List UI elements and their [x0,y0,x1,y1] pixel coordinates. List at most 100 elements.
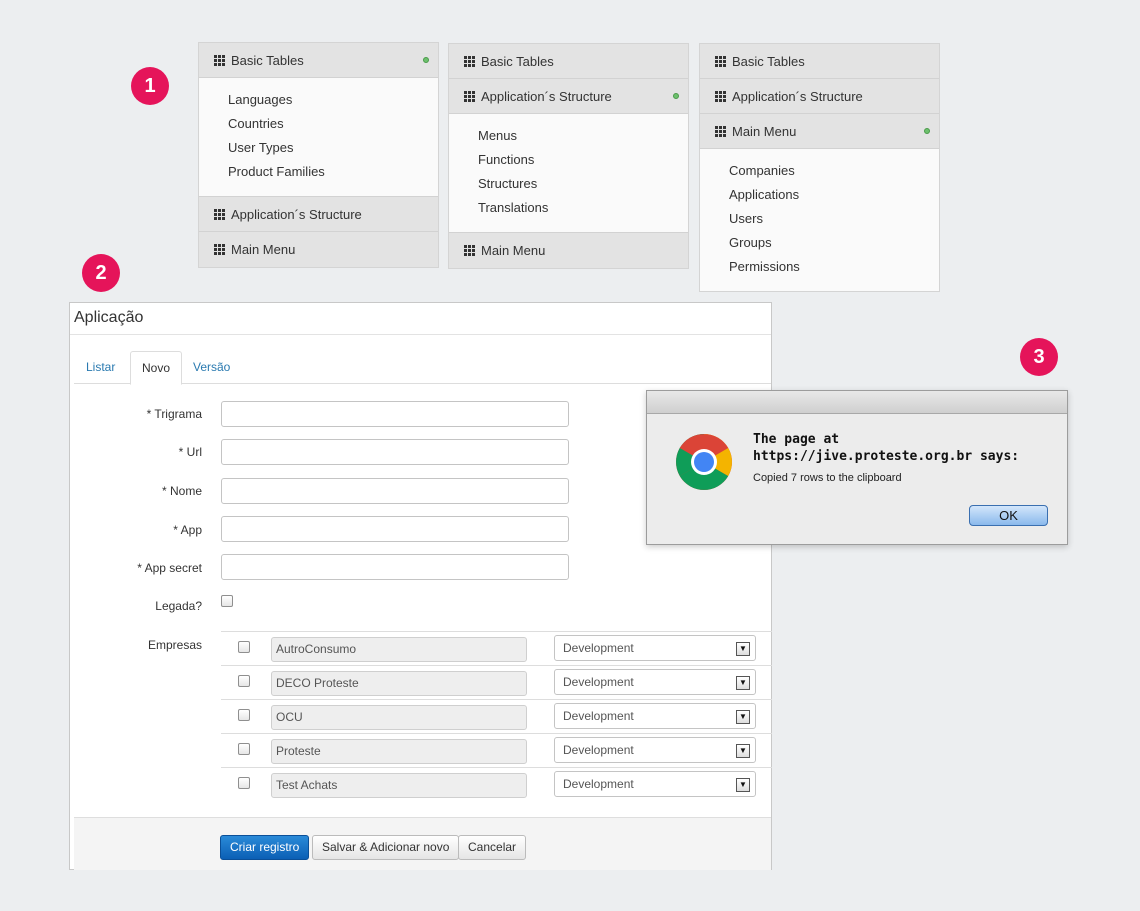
step-badge-1: 1 [131,67,169,105]
empresa-name-field: Test Achats [271,773,527,798]
menu-item-companies[interactable]: Companies [700,159,939,183]
tab-versao[interactable]: Versão [182,351,241,384]
table-row: Test Achats Development ▼ [221,768,772,802]
trigrama-label: * Trigrama [146,407,202,421]
accordion-header-label: Main Menu [732,123,797,139]
empresa-name-field: AutroConsumo [271,637,527,662]
dropdown-arrow-icon[interactable]: ▼ [736,676,750,690]
grid-icon [715,55,726,67]
accordion-header-label: Basic Tables [231,52,304,68]
menu-item-structures[interactable]: Structures [449,172,688,196]
accordion-header-label: Basic Tables [481,53,554,69]
menu-item-groups[interactable]: Groups [700,231,939,255]
dropdown-arrow-icon[interactable]: ▼ [736,744,750,758]
app-label: * App [173,523,202,537]
accordion-header-application-structure[interactable]: Application´s Structure [449,79,688,114]
empresa-name-field: DECO Proteste [271,671,527,696]
dropdown-arrow-icon[interactable]: ▼ [736,642,750,656]
dropdown-arrow-icon[interactable]: ▼ [736,710,750,724]
url-label: * Url [178,445,202,459]
accordion-body: Menus Functions Structures Translations [449,114,688,233]
select-value: Development [563,709,634,723]
active-dot-icon [924,128,930,134]
accordion-header-basic-tables[interactable]: Basic Tables [199,43,438,78]
accordion-header-main-menu[interactable]: Main Menu [700,114,939,149]
menu-item-product-families[interactable]: Product Families [199,160,438,184]
accordion-header-label: Application´s Structure [231,206,362,222]
table-row: AutroConsumo Development ▼ [221,632,772,666]
page-title: Aplicação [70,303,771,335]
dialog-titlebar[interactable] [647,391,1067,414]
table-row: DECO Proteste Development ▼ [221,666,772,700]
accordion-header-application-structure[interactable]: Application´s Structure [199,197,438,232]
active-dot-icon [423,57,429,63]
select-value: Development [563,743,634,757]
empresa-checkbox[interactable] [238,641,250,653]
environment-select[interactable]: Development ▼ [554,771,756,797]
select-value: Development [563,777,634,791]
menu-item-applications[interactable]: Applications [700,183,939,207]
environment-select[interactable]: Development ▼ [554,669,756,695]
menu-item-functions[interactable]: Functions [449,148,688,172]
select-value: Development [563,675,634,689]
app-secret-input[interactable] [221,554,569,580]
accordion-header-application-structure[interactable]: Application´s Structure [700,79,939,114]
tab-listar[interactable]: Listar [75,351,126,384]
accordion-header-label: Basic Tables [732,53,805,69]
empresas-table: AutroConsumo Development ▼ DECO Proteste … [221,631,772,802]
empresa-checkbox[interactable] [238,743,250,755]
ok-button[interactable]: OK [969,505,1048,526]
accordion-header-label: Application´s Structure [481,88,612,104]
menu-item-countries[interactable]: Countries [199,112,438,136]
accordion-header-main-menu[interactable]: Main Menu [449,233,688,268]
chrome-logo-icon [676,434,732,490]
accordion-header-basic-tables[interactable]: Basic Tables [700,44,939,79]
menu-item-user-types[interactable]: User Types [199,136,438,160]
menu-item-users[interactable]: Users [700,207,939,231]
empresa-name-field: Proteste [271,739,527,764]
legada-checkbox[interactable] [221,595,233,607]
select-value: Development [563,641,634,655]
empresa-checkbox[interactable] [238,709,250,721]
accordion-header-label: Main Menu [231,242,296,257]
grid-icon [214,54,225,66]
grid-icon [214,244,225,255]
accordion-body: Companies Applications Users Groups Perm… [700,149,939,291]
cancel-button[interactable]: Cancelar [458,835,527,860]
menu-item-menus[interactable]: Menus [449,124,688,148]
tab-novo[interactable]: Novo [130,351,183,385]
alert-dialog: The page at https://jive.proteste.org.br… [646,390,1068,545]
grid-icon [715,90,726,102]
nome-input[interactable] [221,478,569,504]
accordion-header-main-menu[interactable]: Main Menu [199,232,438,267]
url-input[interactable] [221,439,569,465]
save-and-add-button[interactable]: Salvar & Adicionar novo [312,835,460,860]
active-dot-icon [673,93,679,99]
accordion-menu-3: Basic Tables Application´s Structure Mai… [699,43,940,292]
accordion-header-basic-tables[interactable]: Basic Tables [449,44,688,79]
menu-item-permissions[interactable]: Permissions [700,255,939,279]
menu-item-languages[interactable]: Languages [199,88,438,112]
accordion-menu-2: Basic Tables Application´s Structure Men… [448,43,689,269]
empresa-checkbox[interactable] [238,675,250,687]
grid-icon [464,55,475,67]
grid-icon [464,245,475,256]
accordion-body: Languages Countries User Types Product F… [199,78,438,197]
dropdown-arrow-icon[interactable]: ▼ [736,778,750,792]
create-record-button[interactable]: Criar registro [220,835,310,860]
menu-item-translations[interactable]: Translations [449,196,688,220]
environment-select[interactable]: Development ▼ [554,635,756,661]
environment-select[interactable]: Development ▼ [554,703,756,729]
accordion-menu-1: Basic Tables Languages Countries User Ty… [198,42,439,268]
legada-label: Legada? [155,599,202,613]
accordion-header-label: Application´s Structure [732,88,863,104]
table-row: OCU Development ▼ [221,700,772,734]
app-secret-label: * App secret [137,561,202,575]
tab-bar: Listar Novo Versão [74,351,771,385]
application-form-window: Aplicação Listar Novo Versão * Trigrama … [69,302,772,870]
environment-select[interactable]: Development ▼ [554,737,756,763]
empresa-checkbox[interactable] [238,777,250,789]
accordion-header-label: Main Menu [481,243,546,258]
trigrama-input[interactable] [221,401,569,427]
app-input[interactable] [221,516,569,542]
